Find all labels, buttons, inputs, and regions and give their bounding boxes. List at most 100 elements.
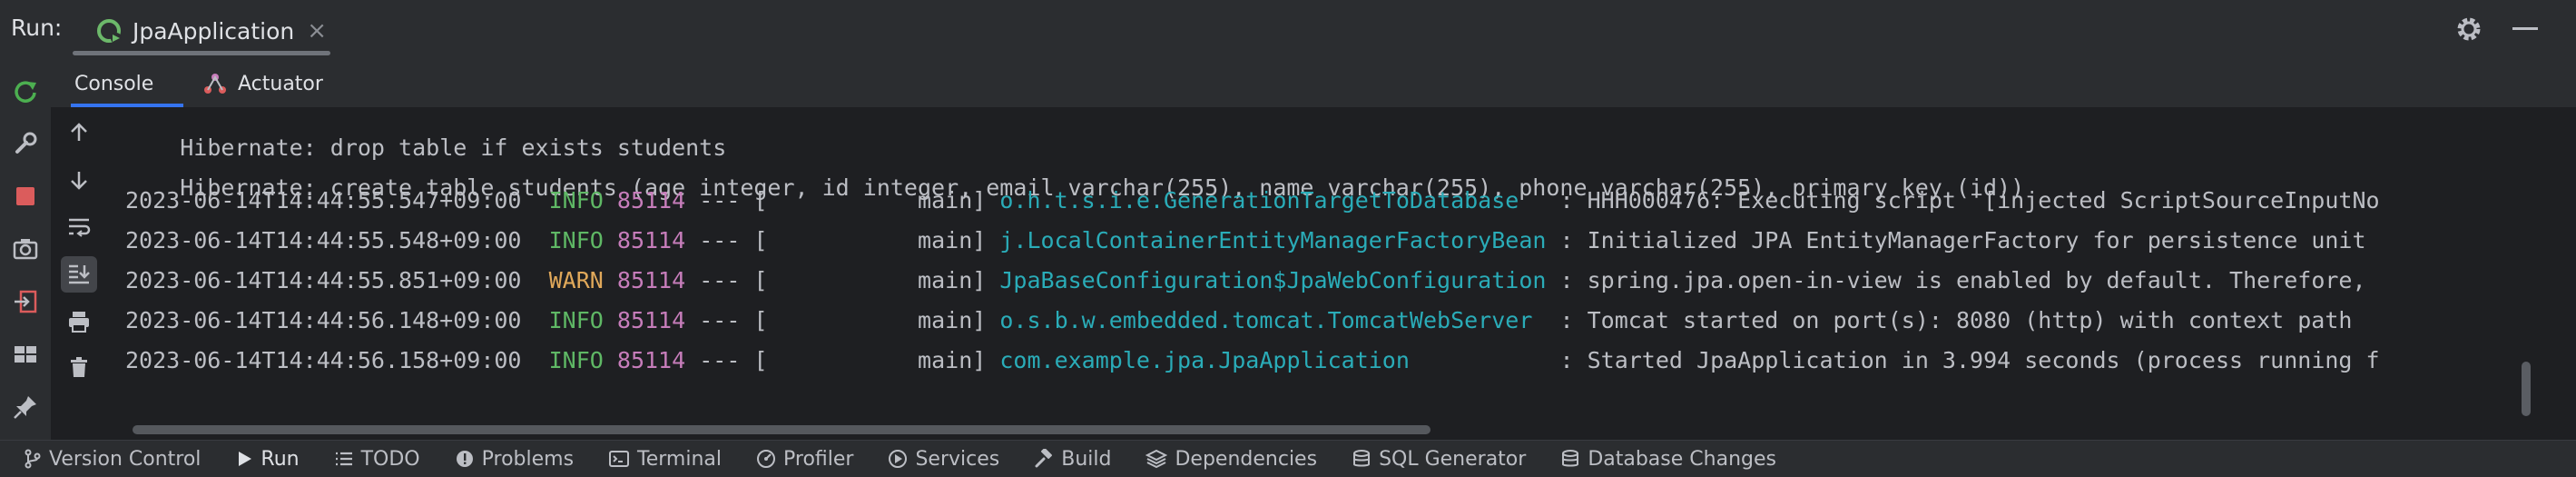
log-pid: 85114 [616, 307, 686, 333]
log-timestamp: 2023-06-14T14:44:56.148+09:00 [125, 307, 522, 333]
log-separator: --- [699, 227, 741, 253]
log-logger[interactable]: o.h.t.s.i.e.GenerationTargetToDatabase [999, 187, 1519, 214]
scroll-to-end-icon [69, 264, 90, 284]
tab-actuator-label: Actuator [238, 72, 323, 95]
horizontal-scrollbar[interactable] [123, 421, 2514, 439]
tab-label: Build [1061, 447, 1112, 471]
console-gutter [51, 107, 124, 440]
log-line: 2023-06-14T14:44:56.158+09:00 INFO 85114… [125, 347, 2380, 374]
modify-config-button[interactable] [9, 127, 42, 160]
rerun-button[interactable] [9, 75, 42, 107]
database-icon [1353, 450, 1371, 467]
log-level: WARN [548, 267, 604, 293]
log-message: : HHH000476: Executing script '[injected… [1559, 187, 2380, 214]
log-level: INFO [548, 347, 604, 373]
tool-window-bar: Version Control Run TODO Problems Termin… [0, 440, 2576, 477]
close-icon[interactable]: × [307, 17, 327, 45]
tab-label: Problems [481, 447, 575, 471]
run-toolbar [0, 60, 51, 440]
branch-icon [25, 449, 41, 469]
scroll-up-button[interactable] [61, 114, 97, 151]
tab-dependencies[interactable]: Dependencies [1145, 441, 1317, 477]
screenshot-button[interactable] [9, 233, 42, 265]
tab-todo[interactable]: TODO [334, 441, 420, 477]
tab-label: Database Changes [1588, 447, 1776, 471]
actuator-icon [204, 74, 226, 94]
log-logger[interactable]: JpaBaseConfiguration$JpaWebConfiguration [999, 267, 1546, 293]
log-line: 2023-06-14T14:44:56.148+09:00 INFO 85114… [125, 307, 2352, 334]
tab-label: SQL Generator [1379, 447, 1527, 471]
terminal-icon [609, 451, 630, 467]
run-tab-indicator [73, 51, 330, 55]
spring-boot-icon [97, 19, 122, 44]
log-pid: 85114 [616, 267, 686, 293]
arrow-down-icon [71, 172, 87, 190]
layout-button[interactable] [9, 338, 42, 371]
soft-wrap-icon [69, 218, 91, 237]
log-message: : spring.jpa.open-in-view is enabled by … [1559, 267, 2366, 293]
hammer-icon [1035, 449, 1053, 468]
log-pid: 85114 [616, 347, 686, 373]
console-tabs: Console Actuator [51, 60, 2576, 107]
log-thread: [ main] [753, 307, 987, 333]
run-titlebar: Run: JpaApplication × [0, 0, 2576, 61]
log-message: : Tomcat started on port(s): 8080 (http)… [1559, 307, 2353, 333]
list-icon [335, 452, 352, 466]
log-level: INFO [548, 187, 604, 214]
tab-version-control[interactable]: Version Control [24, 441, 201, 477]
arrow-up-icon [71, 123, 87, 141]
vertical-scroll-thumb[interactable] [2522, 362, 2531, 416]
log-thread: [ main] [753, 267, 987, 293]
log-logger[interactable]: j.LocalContainerEntityManagerFactoryBean [999, 227, 1546, 253]
run-label: Run: [11, 15, 63, 41]
problems-icon [456, 451, 473, 467]
tab-console[interactable]: Console [74, 60, 153, 107]
log-logger[interactable]: com.example.jpa.JpaApplication [999, 347, 1410, 373]
tab-database-changes[interactable]: Database Changes [1560, 441, 1776, 477]
database-changes-icon [1562, 450, 1579, 467]
trash-icon [71, 357, 87, 377]
console-output[interactable]: Hibernate: drop table if exists students… [123, 107, 2514, 421]
gear-icon[interactable] [2453, 13, 2485, 45]
minimize-icon[interactable] [2512, 27, 2538, 30]
log-timestamp: 2023-06-14T14:44:55.547+09:00 [125, 187, 522, 214]
log-message: : Initialized JPA EntityManagerFactory f… [1559, 227, 2366, 253]
log-thread: [ main] [753, 347, 987, 373]
print-button[interactable] [61, 303, 97, 340]
stop-icon [16, 187, 34, 205]
tab-profiler[interactable]: Profiler [756, 441, 853, 477]
log-timestamp: 2023-06-14T14:44:56.158+09:00 [125, 347, 522, 373]
log-line: 2023-06-14T14:44:55.851+09:00 WARN 85114… [125, 267, 2366, 294]
exit-button[interactable] [9, 285, 42, 318]
stop-button[interactable] [9, 180, 42, 213]
log-pid: 85114 [616, 227, 686, 253]
clear-all-button[interactable] [61, 349, 97, 385]
log-level: INFO [548, 227, 604, 253]
tab-sql-generator[interactable]: SQL Generator [1352, 441, 1526, 477]
profiler-icon [757, 450, 776, 468]
vertical-scrollbar[interactable] [2518, 107, 2534, 421]
wrench-icon [15, 132, 37, 154]
tab-build[interactable]: Build [1034, 441, 1111, 477]
log-pid: 85114 [616, 187, 686, 214]
tab-problems[interactable]: Problems [455, 441, 574, 477]
soft-wrap-button[interactable] [61, 209, 97, 245]
tab-terminal[interactable]: Terminal [608, 441, 722, 477]
log-thread: [ main] [753, 187, 987, 214]
log-line: 2023-06-14T14:44:55.548+09:00 INFO 85114… [125, 227, 2366, 254]
scroll-down-button[interactable] [61, 162, 97, 198]
tab-run[interactable]: Run [235, 441, 300, 477]
tab-services[interactable]: Services [888, 441, 999, 477]
tab-label: Version Control [49, 447, 202, 471]
log-logger[interactable]: o.s.b.w.embedded.tomcat.TomcatWebServer [999, 307, 1532, 333]
tab-actuator[interactable]: Actuator [202, 60, 323, 107]
run-icon [239, 452, 252, 466]
run-config-tab[interactable]: JpaApplication × [94, 9, 327, 53]
pin-button[interactable] [9, 391, 42, 423]
tab-label: Profiler [783, 447, 854, 471]
log-separator: --- [699, 267, 741, 293]
scroll-to-end-button[interactable] [61, 256, 97, 293]
log-thread: [ main] [753, 227, 987, 253]
log-timestamp: 2023-06-14T14:44:55.851+09:00 [125, 267, 522, 293]
horizontal-scroll-thumb[interactable] [133, 425, 1431, 434]
